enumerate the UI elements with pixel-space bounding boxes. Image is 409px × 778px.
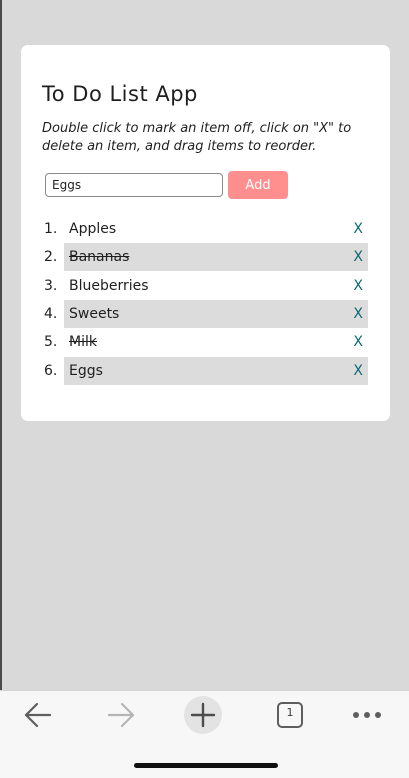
tab-count: 1 xyxy=(286,706,294,719)
delete-item-button[interactable]: X xyxy=(353,300,363,328)
item-body[interactable]: Milk X xyxy=(64,328,368,356)
list-item[interactable]: 4. Sweets X xyxy=(42,299,368,328)
item-number: 4. xyxy=(44,305,58,322)
list-item[interactable]: 3. Blueberries X xyxy=(42,272,368,300)
list-item[interactable]: 6. Eggs X xyxy=(42,356,368,385)
list-item[interactable]: 1. Apples X xyxy=(42,215,368,243)
delete-item-button[interactable]: X xyxy=(353,243,363,271)
todo-card: To Do List App Double click to mark an i… xyxy=(21,45,390,421)
browser-toolbar: 1 xyxy=(0,690,409,778)
item-text[interactable]: Milk xyxy=(69,328,97,356)
item-number: 3. xyxy=(44,277,58,294)
more-options-button[interactable] xyxy=(347,691,387,739)
delete-item-button[interactable]: X xyxy=(353,328,363,356)
item-text[interactable]: Sweets xyxy=(69,300,119,328)
list-item[interactable]: 2. Bananas X xyxy=(42,243,368,272)
new-item-input[interactable] xyxy=(45,173,223,197)
item-body[interactable]: Bananas X xyxy=(64,243,368,272)
delete-item-button[interactable]: X xyxy=(353,272,363,300)
more-options-icon xyxy=(353,712,381,718)
item-number: 5. xyxy=(44,334,58,351)
back-button[interactable] xyxy=(17,691,57,739)
app-title: To Do List App xyxy=(42,82,198,106)
item-text[interactable]: Blueberries xyxy=(69,272,149,300)
back-arrow-icon xyxy=(24,702,52,728)
item-number: 2. xyxy=(44,249,58,266)
add-button[interactable]: Add xyxy=(228,171,288,199)
item-number: 6. xyxy=(44,362,58,379)
delete-item-button[interactable]: X xyxy=(353,215,363,243)
item-body[interactable]: Apples X xyxy=(64,215,368,243)
new-tab-button[interactable] xyxy=(183,691,223,739)
forward-arrow-icon xyxy=(107,702,135,728)
todo-list: 1. Apples X 2. Bananas X 3. Blueberries … xyxy=(42,215,368,385)
instructions-text: Double click to mark an item off, click … xyxy=(42,121,352,154)
item-text[interactable]: Apples xyxy=(69,215,116,243)
item-number: 1. xyxy=(44,221,58,237)
tab-switcher-button[interactable]: 1 xyxy=(270,691,310,739)
item-text[interactable]: Eggs xyxy=(69,357,103,385)
window-edge xyxy=(0,0,2,777)
new-tab-plus-icon xyxy=(184,696,222,734)
item-body[interactable]: Sweets X xyxy=(64,299,368,328)
item-body[interactable]: Blueberries X xyxy=(64,272,368,300)
forward-button[interactable] xyxy=(100,691,140,739)
item-body[interactable]: Eggs X xyxy=(64,356,368,385)
item-text[interactable]: Bananas xyxy=(69,243,129,271)
delete-item-button[interactable]: X xyxy=(353,357,363,385)
home-indicator xyxy=(134,763,278,768)
list-item[interactable]: 5. Milk X xyxy=(42,328,368,356)
